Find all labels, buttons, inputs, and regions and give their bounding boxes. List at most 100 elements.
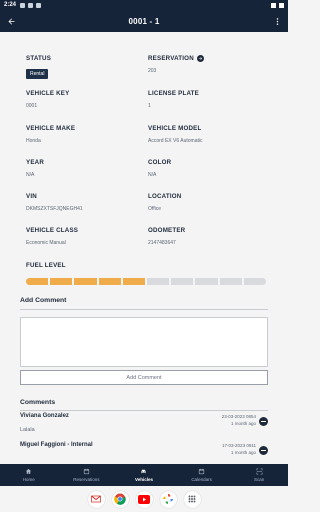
fuel-segment-filled bbox=[98, 278, 121, 285]
add-comment-button[interactable]: Add Comment bbox=[20, 370, 268, 385]
car-icon bbox=[141, 469, 147, 474]
more-vertical-icon bbox=[276, 17, 278, 25]
comment-date-relative: 1 month ago bbox=[230, 421, 256, 426]
reservation-value: 203 bbox=[148, 68, 157, 74]
odometer-value: 2147483647 bbox=[148, 240, 176, 246]
vehicle-class-field: VEHICLE CLASS Economic Manual bbox=[26, 227, 146, 246]
fuel-segment-filled bbox=[122, 278, 146, 285]
fuel-segment-empty bbox=[219, 278, 242, 285]
notification-icons bbox=[20, 2, 42, 8]
comment-date-absolute: 23-03-2023 0854 bbox=[221, 414, 256, 419]
reservation-link-icon[interactable] bbox=[196, 55, 204, 62]
bottom-nav: Home Reservations Vehicles Calendars Sca… bbox=[0, 464, 288, 486]
vehicle-model-value: Accord EX V6 Automatic bbox=[148, 138, 203, 144]
home-icon bbox=[26, 468, 32, 474]
fuel-segment-empty bbox=[171, 278, 194, 285]
comment-item: Miguel Faggioni - Internal 17-03-2023 09… bbox=[20, 442, 268, 462]
delete-comment-button[interactable] bbox=[259, 446, 268, 455]
vin-value: DKMSZXTSFJQNEGH41 bbox=[26, 206, 83, 212]
chrome-icon[interactable] bbox=[111, 490, 129, 508]
status-time: 2:24 bbox=[4, 2, 17, 8]
vehicle-make-value: Honda bbox=[26, 138, 41, 144]
nav-scan[interactable]: Scan bbox=[230, 464, 288, 486]
calendar-icon bbox=[198, 468, 205, 475]
reservation-field: RESERVATION 203 bbox=[148, 55, 268, 74]
fuel-segment-empty bbox=[195, 278, 218, 285]
vehicle-key-label: VEHICLE KEY bbox=[26, 90, 70, 97]
nav-scan-label: Scan bbox=[254, 477, 265, 482]
add-comment-title: Add Comment bbox=[20, 297, 67, 304]
status-bar: 2:24 bbox=[0, 0, 288, 10]
nav-home-label: Home bbox=[22, 477, 35, 482]
battery-icon bbox=[279, 2, 284, 8]
vehicle-key-value: 0001 bbox=[26, 103, 38, 109]
nav-calendars[interactable]: Calendars bbox=[173, 464, 231, 486]
license-plate-field: LICENSE PLATE 1 bbox=[148, 90, 268, 109]
photos-icon[interactable] bbox=[159, 490, 177, 508]
youtube-icon[interactable] bbox=[135, 490, 153, 508]
overflow-menu-button[interactable] bbox=[266, 10, 288, 32]
status-label: STATUS bbox=[26, 55, 52, 62]
location-value: Office bbox=[148, 206, 161, 212]
vehicle-model-label: VEHICLE MODEL bbox=[148, 125, 202, 132]
nav-reservations[interactable]: Reservations bbox=[58, 464, 116, 486]
color-field: COLOR N/A bbox=[148, 159, 268, 178]
scan-icon bbox=[256, 468, 263, 475]
gmail-icon[interactable] bbox=[87, 490, 105, 508]
nav-vehicles-label: Vehicles bbox=[134, 477, 153, 482]
nav-vehicles[interactable]: Vehicles bbox=[115, 464, 173, 486]
fuel-segment-empty bbox=[147, 278, 170, 285]
vehicle-class-label: VEHICLE CLASS bbox=[26, 227, 79, 234]
vehicle-make-label: VEHICLE MAKE bbox=[26, 125, 76, 132]
vehicle-key-field: VEHICLE KEY 0001 bbox=[26, 90, 146, 109]
year-label: YEAR bbox=[26, 159, 44, 166]
vehicle-model-field: VEHICLE MODEL Accord EX V6 Automatic bbox=[148, 125, 268, 144]
add-comment-divider bbox=[20, 309, 268, 310]
location-field: LOCATION Office bbox=[148, 193, 268, 212]
nav-home[interactable]: Home bbox=[0, 464, 58, 486]
fuel-segment-filled bbox=[74, 278, 97, 285]
app-bar: 0001 - 1 bbox=[0, 10, 288, 32]
fuel-level-field: FUEL LEVEL bbox=[26, 262, 146, 269]
comments-title: Comments bbox=[20, 399, 56, 406]
comment-date: 17-03-2023 0911 1 month ago bbox=[222, 442, 256, 456]
comments-divider bbox=[20, 410, 268, 411]
odometer-field: ODOMETER 2147483647 bbox=[148, 227, 268, 246]
comment-author: Miguel Faggioni - Internal bbox=[20, 442, 93, 448]
nav-reservations-label: Reservations bbox=[73, 477, 100, 482]
vin-field: VIN DKMSZXTSFJQNEGH41 bbox=[26, 193, 146, 212]
vin-label: VIN bbox=[26, 193, 37, 200]
fuel-level-label: FUEL LEVEL bbox=[26, 262, 66, 269]
page-title: 0001 - 1 bbox=[128, 16, 160, 26]
vehicle-class-value: Economic Manual bbox=[26, 240, 66, 246]
fuel-segment-filled bbox=[50, 278, 73, 285]
minus-icon bbox=[261, 420, 266, 423]
nav-calendars-label: Calendars bbox=[191, 477, 212, 482]
fuel-segment-filled bbox=[26, 278, 49, 285]
delete-comment-button[interactable] bbox=[259, 417, 268, 426]
system-icons bbox=[271, 2, 284, 8]
comment-author: Viviana Gonzalez bbox=[20, 413, 69, 419]
comment-input[interactable] bbox=[20, 317, 268, 367]
year-value: N/A bbox=[26, 172, 35, 178]
comment-date: 23-03-2023 0854 1 month ago bbox=[222, 413, 256, 427]
fuel-level-gauge bbox=[26, 278, 267, 285]
odometer-label: ODOMETER bbox=[148, 227, 186, 234]
color-value: N/A bbox=[148, 172, 157, 178]
status-badge: Rental bbox=[26, 69, 49, 79]
vehicle-detail-content: STATUS Rental RESERVATION 203 VEHICLE KE… bbox=[0, 32, 288, 464]
license-plate-label: LICENSE PLATE bbox=[148, 90, 199, 97]
wifi-icon bbox=[271, 2, 276, 8]
apps-grid-icon[interactable] bbox=[183, 490, 201, 508]
reservation-label: RESERVATION bbox=[148, 55, 194, 62]
location-label: LOCATION bbox=[148, 193, 182, 200]
app-dock bbox=[0, 486, 288, 512]
license-plate-value: 1 bbox=[148, 103, 151, 109]
back-button[interactable] bbox=[0, 10, 22, 32]
comment-date-relative: 1 month ago bbox=[230, 450, 256, 455]
fuel-segment-empty bbox=[243, 278, 267, 285]
year-field: YEAR N/A bbox=[26, 159, 146, 178]
comment-item: Viviana Gonzalez 23-03-2023 0854 1 month… bbox=[20, 413, 268, 441]
comment-date-absolute: 17-03-2023 0911 bbox=[222, 443, 256, 448]
arrow-left-icon bbox=[8, 18, 14, 24]
